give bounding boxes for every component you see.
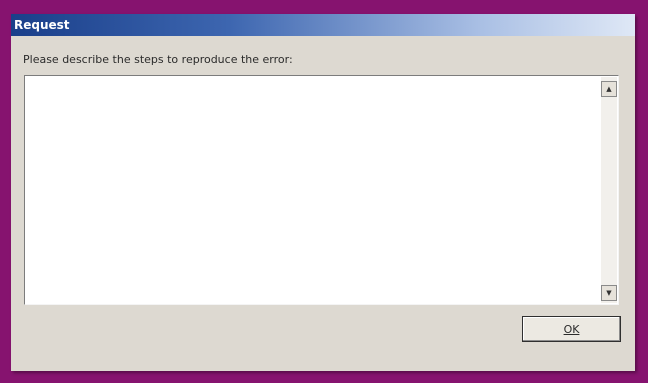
scroll-up-arrow-icon[interactable]: ▲ [601,81,617,97]
dialog-title-bar[interactable]: Request [11,14,635,36]
dialog-title: Request [14,18,70,32]
steps-input[interactable] [27,78,601,302]
ok-button[interactable]: OK [522,316,621,342]
steps-text-area[interactable]: ▲ ▼ [24,75,619,305]
steps-prompt-label: Please describe the steps to reproduce t… [23,53,293,66]
ok-button-label: OK [563,322,580,336]
desktop-background: Request Please describe the steps to rep… [0,0,648,383]
request-dialog: Request Please describe the steps to rep… [11,14,635,371]
vertical-scrollbar[interactable]: ▲ ▼ [601,77,617,303]
scroll-down-arrow-icon[interactable]: ▼ [601,285,617,301]
